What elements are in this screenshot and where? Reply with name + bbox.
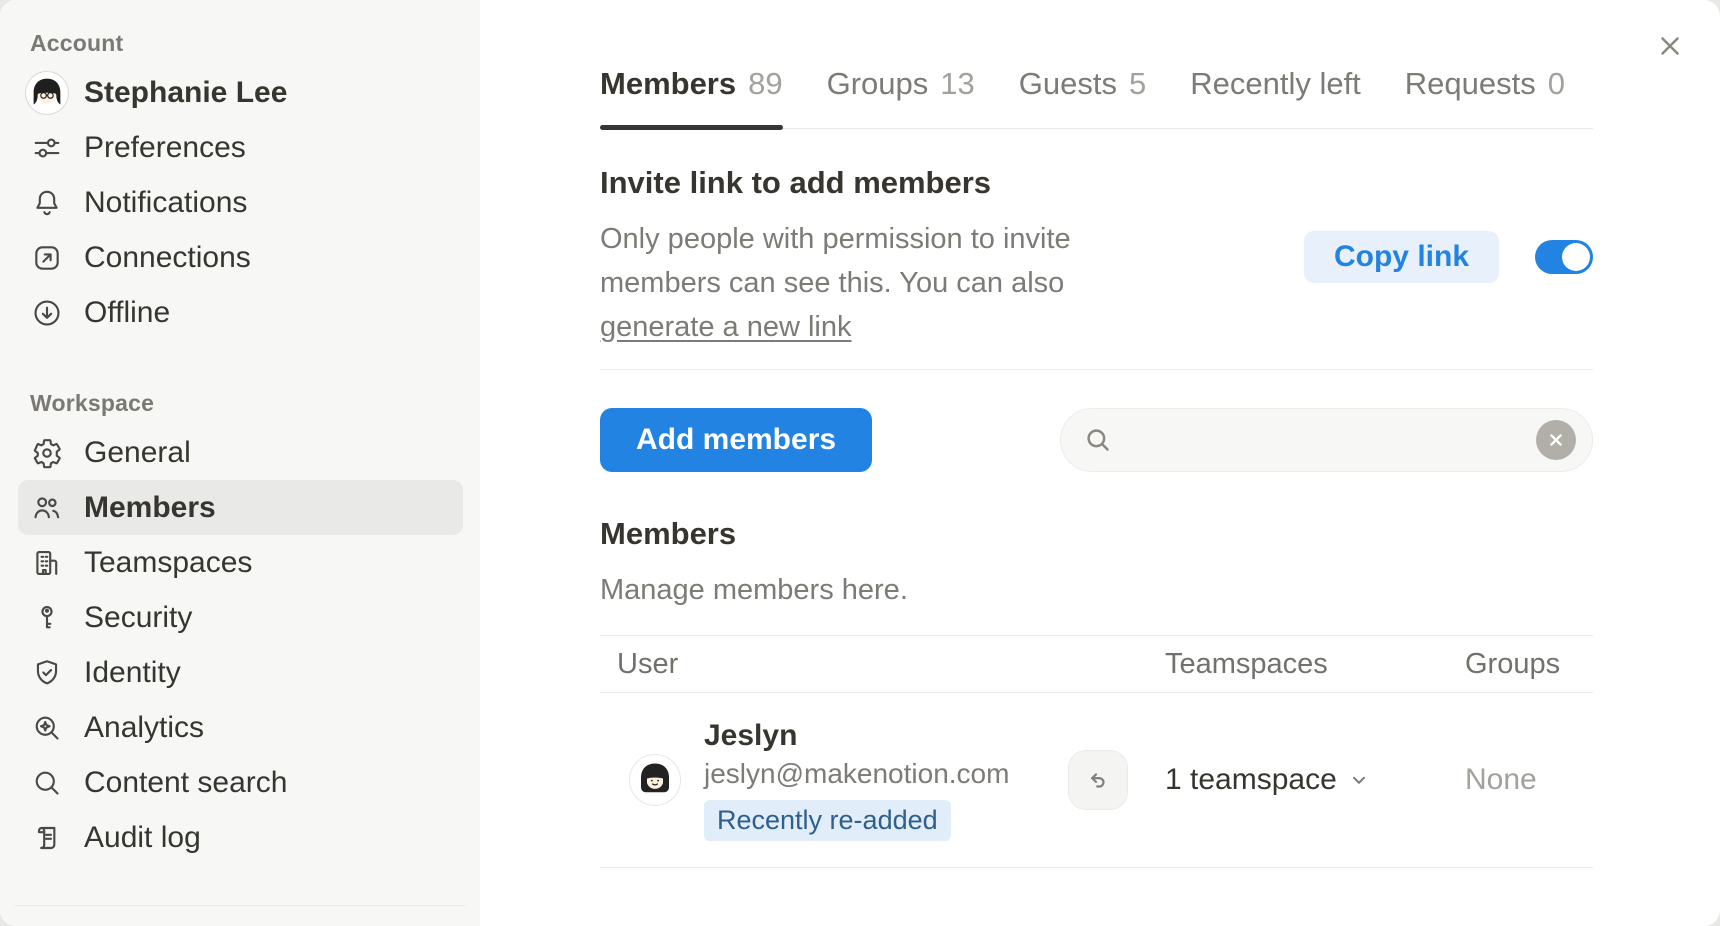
sliders-icon [30, 131, 64, 165]
members-subheading: Manage members here. [600, 574, 1593, 607]
magnifier-sparkle-icon [30, 711, 64, 745]
invite-link-description: Only people with permission to invite me… [600, 217, 1165, 349]
sidebar-item-identity[interactable]: Identity [18, 645, 463, 700]
people-icon [30, 491, 64, 525]
teamspace-dropdown[interactable]: 1 teamspace [1165, 763, 1371, 797]
settings-modal: Account Stephanie Lee [0, 0, 1720, 926]
user-avatar [30, 76, 64, 110]
sidebar-item-label: Teamspaces [84, 546, 252, 580]
invite-link-controls: Copy link [1304, 231, 1593, 283]
copy-link-button[interactable]: Copy link [1304, 231, 1499, 283]
status-badge: Recently re-added [704, 800, 951, 841]
member-avatar [630, 755, 680, 805]
column-header-groups: Groups [1465, 648, 1593, 681]
sidebar-item-label: Members [84, 491, 216, 525]
tab-requests[interactable]: Requests0 [1405, 66, 1565, 128]
teamspace-count: 1 teamspace [1165, 763, 1337, 797]
building-icon [30, 546, 64, 580]
search-icon [1083, 425, 1113, 455]
invite-link-toggle[interactable] [1535, 240, 1593, 274]
table-header: User Teamspaces Groups [600, 635, 1593, 693]
sidebar-item-label: General [84, 436, 191, 470]
column-header-teamspaces: Teamspaces [1165, 648, 1465, 681]
sidebar-item-content-search[interactable]: Content search [18, 755, 463, 810]
members-heading: Members [600, 516, 1593, 552]
sidebar-section-account: Account [18, 30, 463, 57]
toggle-knob [1562, 243, 1590, 271]
member-controls-row: Add members [600, 408, 1593, 472]
sidebar-item-label: Content search [84, 766, 287, 800]
sidebar-item-offline[interactable]: Offline [18, 285, 463, 340]
add-members-button[interactable]: Add members [600, 408, 872, 472]
magnifier-icon [30, 766, 64, 800]
teamspaces-cell: 1 teamspace [1165, 763, 1465, 797]
section-divider [600, 369, 1593, 370]
member-search-box[interactable] [1060, 408, 1593, 472]
tab-groups[interactable]: Groups13 [827, 66, 975, 128]
tab-guests[interactable]: Guests5 [1019, 66, 1146, 128]
sidebar-item-label: Security [84, 601, 192, 635]
sidebar-item-label: Notifications [84, 186, 247, 220]
arrow-down-circle-icon [30, 296, 64, 330]
settings-sidebar: Account Stephanie Lee [0, 0, 480, 926]
sidebar-item-analytics[interactable]: Analytics [18, 700, 463, 755]
undo-remove-button[interactable] [1068, 750, 1128, 810]
sidebar-item-label: Connections [84, 241, 251, 275]
sidebar-item-members[interactable]: Members [18, 480, 463, 535]
undo-icon [1084, 766, 1112, 794]
member-name: Jeslyn [704, 719, 1009, 753]
invite-link-section: Invite link to add members Only people w… [600, 165, 1593, 349]
search-input[interactable] [1127, 423, 1536, 458]
bell-icon [30, 186, 64, 220]
generate-new-link[interactable]: generate a new link [600, 311, 852, 343]
clear-x-icon [1545, 429, 1567, 451]
key-icon [30, 601, 64, 635]
gear-icon [30, 436, 64, 470]
sidebar-item-label: Offline [84, 296, 170, 330]
groups-value: None [1465, 763, 1537, 797]
invite-link-title: Invite link to add members [600, 165, 1304, 201]
sidebar-item-security[interactable]: Security [18, 590, 463, 645]
shield-check-icon [30, 656, 64, 690]
sidebar-item-label: Audit log [84, 821, 201, 855]
members-table: User Teamspaces Groups [600, 635, 1593, 868]
table-row: Jeslyn jeslyn@makenotion.com Recently re… [600, 693, 1593, 868]
invite-link-text: Invite link to add members Only people w… [600, 165, 1304, 349]
close-icon [1655, 31, 1685, 61]
sidebar-item-teamspaces[interactable]: Teamspaces [18, 535, 463, 590]
members-settings-panel: Members89 Groups13 Guests5 Recently left… [480, 0, 1720, 926]
close-button[interactable] [1650, 26, 1690, 66]
sidebar-item-label: Stephanie Lee [84, 76, 287, 110]
column-header-user: User [600, 648, 1165, 681]
scroll-icon [30, 821, 64, 855]
tab-members[interactable]: Members89 [600, 66, 783, 128]
sidebar-item-notifications[interactable]: Notifications [18, 175, 463, 230]
sidebar-item-account-profile[interactable]: Stephanie Lee [18, 65, 463, 120]
sidebar-item-label: Analytics [84, 711, 204, 745]
tab-recently-left[interactable]: Recently left [1190, 66, 1361, 128]
arrow-up-right-box-icon [30, 241, 64, 275]
user-info: Jeslyn jeslyn@makenotion.com Recently re… [704, 719, 1009, 841]
member-email: jeslyn@makenotion.com [704, 758, 1009, 790]
search-clear-button[interactable] [1536, 420, 1576, 460]
sidebar-section-workspace: Workspace [18, 390, 463, 417]
invite-description-text: Only people with permission to invite me… [600, 223, 1071, 299]
sidebar-item-audit-log[interactable]: Audit log [18, 810, 463, 865]
sidebar-item-general[interactable]: General [18, 425, 463, 480]
sidebar-item-preferences[interactable]: Preferences [18, 120, 463, 175]
sidebar-item-label: Preferences [84, 131, 246, 165]
chevron-down-icon [1347, 768, 1371, 792]
groups-cell: None [1465, 763, 1593, 797]
sidebar-item-connections[interactable]: Connections [18, 230, 463, 285]
user-cell: Jeslyn jeslyn@makenotion.com Recently re… [600, 719, 1165, 841]
sidebar-item-label: Identity [84, 656, 181, 690]
member-tabs: Members89 Groups13 Guests5 Recently left… [600, 66, 1593, 129]
sidebar-bottom-divider [15, 905, 465, 906]
